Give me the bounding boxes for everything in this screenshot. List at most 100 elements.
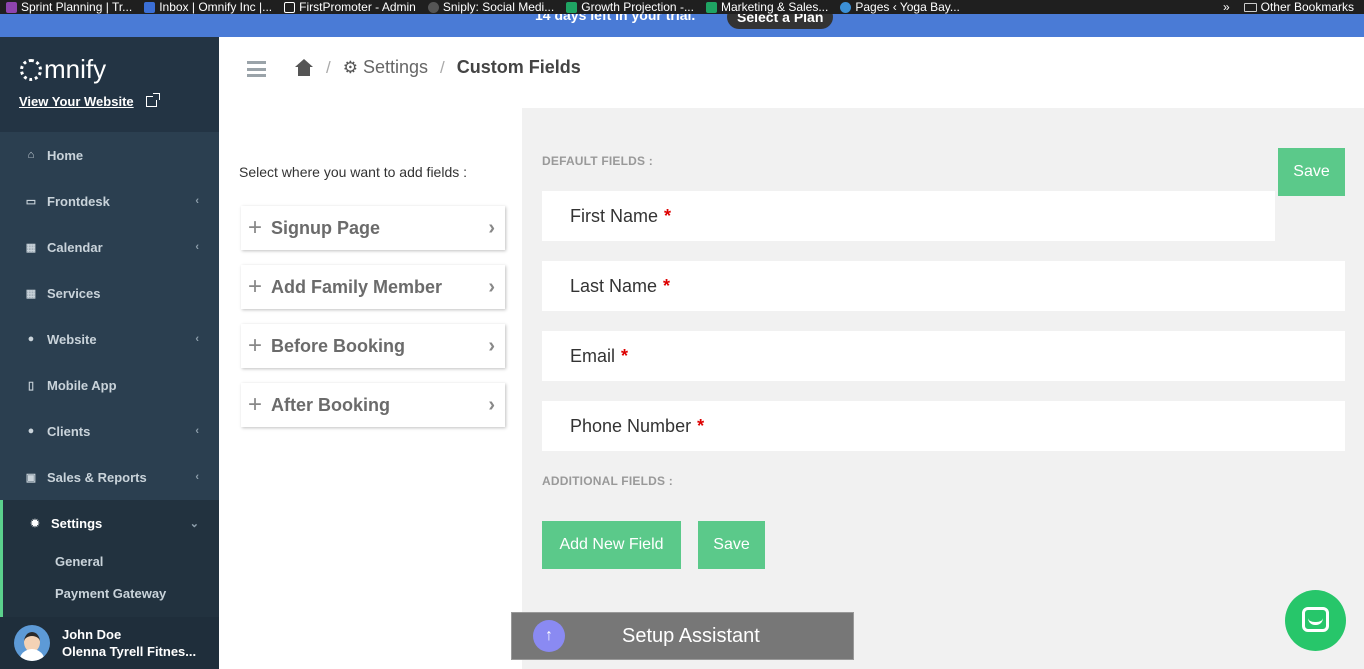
breadcrumb-separator: / [440, 57, 445, 77]
trial-text: 14 days left in your trial. [535, 14, 696, 23]
user-profile[interactable]: John Doe Olenna Tyrell Fitnes... [0, 617, 219, 669]
page-icon [284, 1, 296, 13]
location-before-booking[interactable]: + Before Booking › [241, 324, 505, 368]
sidebar-nav: ⌂ Home ▭ Frontdesk ‹ ▦ Calendar ‹ ▦ Services ● Webs… [0, 132, 219, 546]
sidebar-item-label: Website [47, 331, 97, 347]
trial-banner: 14 days left in your trial. Select a Pla… [0, 14, 1364, 37]
avatar [14, 625, 50, 661]
field-last-name[interactable]: Last Name * [542, 261, 1345, 311]
breadcrumb-separator: / [326, 57, 331, 77]
chevron-right-icon: › [488, 276, 495, 298]
submenu-item-general[interactable]: General [3, 546, 219, 578]
sniply-icon [427, 1, 439, 13]
chevron-left-icon: ‹ [195, 241, 199, 253]
bookmark-4[interactable]: Growth Projection -... [560, 0, 700, 14]
chevron-right-icon: › [488, 394, 495, 416]
grid-icon: ▦ [25, 287, 37, 300]
chevron-left-icon: ‹ [195, 471, 199, 483]
page-title: Custom Fields [456, 57, 581, 77]
bookmark-5[interactable]: Marketing & Sales... [700, 0, 834, 14]
sidebar-item-sales-reports[interactable]: ▣ Sales & Reports ‹ [0, 454, 219, 500]
required-marker: * [663, 275, 671, 296]
required-marker: * [664, 205, 672, 226]
field-location-panel: Select where you want to add fields : + … [219, 108, 522, 669]
location-add-family-member[interactable]: + Add Family Member › [241, 265, 505, 309]
sidebar-item-frontdesk[interactable]: ▭ Frontdesk ‹ [0, 178, 219, 224]
required-marker: * [621, 345, 629, 366]
location-after-booking[interactable]: + After Booking › [241, 383, 505, 427]
sheets-icon [705, 1, 717, 13]
arrow-up-icon: ↑ [533, 620, 565, 652]
sidebar-item-label: Calendar [47, 239, 103, 255]
monitor-icon: ▭ [25, 195, 37, 208]
setup-assistant-bar[interactable]: ↑ Setup Assistant [511, 612, 854, 660]
submenu-item-payment-gateway[interactable]: Payment Gateway [3, 578, 219, 610]
gear-icon: ⚙ [342, 57, 358, 77]
save-button[interactable]: Save [698, 521, 765, 569]
bookmark-0[interactable]: Sprint Planning | Tr... [0, 0, 138, 14]
chat-widget-button[interactable] [1285, 590, 1346, 651]
more-bookmarks-button[interactable]: » [1223, 0, 1230, 14]
wordpress-icon [840, 1, 852, 13]
home-icon[interactable] [294, 58, 314, 77]
sidebar-item-services[interactable]: ▦ Services [0, 270, 219, 316]
bookmarks-bar: Sprint Planning | Tr... Inbox | Omnify I… [0, 0, 1364, 14]
bookmark-1[interactable]: Inbox | Omnify Inc |... [138, 0, 278, 14]
bookmark-6[interactable]: Pages ‹ Yoga Bay... [834, 0, 966, 14]
chevron-right-icon: › [488, 335, 495, 357]
view-website-link[interactable]: View Your Website [19, 93, 160, 109]
plus-icon: + [247, 214, 262, 241]
sidebar-item-label: Sales & Reports [47, 469, 147, 485]
field-location-title: Select where you want to add fields : [239, 164, 468, 180]
sidebar-item-label: Frontdesk [47, 193, 110, 209]
field-phone-number[interactable]: Phone Number * [542, 401, 1345, 451]
page-header: / ⚙ Settings / Custom Fields [219, 37, 1364, 108]
home-icon: ⌂ [27, 149, 35, 161]
external-link-icon [145, 93, 160, 107]
user-name: John Doe [62, 627, 122, 642]
sidebar-item-label: Home [47, 147, 84, 163]
breadcrumb-settings[interactable]: Settings [363, 57, 428, 78]
other-bookmarks[interactable]: Other Bookmarks [1238, 0, 1360, 14]
mobile-icon: ▯ [27, 379, 35, 392]
sidebar-item-mobile-app[interactable]: ▯ Mobile App [0, 362, 219, 408]
trello-icon [6, 1, 17, 13]
plus-icon: + [247, 332, 262, 359]
required-marker: * [697, 415, 705, 436]
default-fields-label: DEFAULT FIELDS : [542, 154, 653, 168]
hamburger-menu-icon[interactable] [247, 61, 266, 77]
custom-fields-main: DEFAULT FIELDS : Save First Name * Last N… [522, 108, 1364, 669]
sidebar-item-website[interactable]: ● Website ‹ [0, 316, 219, 362]
add-new-field-button[interactable]: Add New Field [542, 521, 681, 569]
field-email[interactable]: Email * [542, 331, 1345, 381]
sidebar-item-settings[interactable]: ✹ Settings ⌄ [0, 500, 219, 546]
sheets-icon [566, 1, 578, 13]
omnify-logo[interactable]: mnify [20, 54, 106, 85]
chevron-left-icon: ‹ [195, 195, 199, 207]
select-plan-button[interactable]: Select a Plan [727, 14, 834, 29]
chevron-left-icon: ‹ [195, 425, 199, 437]
location-signup-page[interactable]: + Signup Page › [241, 206, 505, 250]
sidebar-item-home[interactable]: ⌂ Home [0, 132, 219, 178]
sidebar-item-label: Services [47, 285, 101, 301]
plus-icon: + [247, 391, 262, 418]
chevron-down-icon: ⌄ [189, 518, 199, 530]
breadcrumb: / ⚙ Settings / Custom Fields [294, 57, 581, 78]
save-button-top[interactable]: Save [1278, 148, 1345, 196]
calendar-icon: ▦ [25, 241, 37, 254]
logo-ring-icon [20, 58, 42, 81]
mail-icon [144, 1, 156, 13]
gear-icon: ✹ [30, 517, 40, 530]
globe-icon: ● [27, 333, 35, 345]
sidebar-item-label: Clients [47, 423, 91, 439]
folder-icon [1243, 2, 1257, 12]
field-first-name[interactable]: First Name * [542, 191, 1275, 241]
bookmark-3[interactable]: Sniply: Social Medi... [422, 0, 560, 14]
additional-fields-label: ADDITIONAL FIELDS : [542, 474, 673, 488]
sidebar-item-calendar[interactable]: ▦ Calendar ‹ [0, 224, 219, 270]
sidebar-item-clients[interactable]: ● Clients ‹ [0, 408, 219, 454]
plus-icon: + [247, 273, 262, 300]
bookmark-2[interactable]: FirstPromoter - Admin [278, 0, 422, 14]
user-org: Olenna Tyrell Fitnes... [62, 644, 197, 659]
money-icon: ▣ [25, 471, 37, 484]
